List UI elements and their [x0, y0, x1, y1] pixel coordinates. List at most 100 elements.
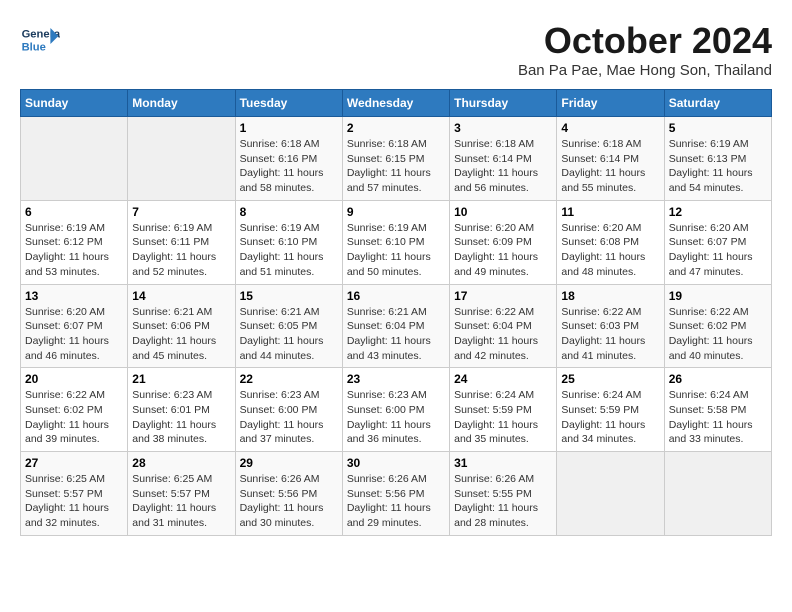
calendar-cell: 3 Sunrise: 6:18 AMSunset: 6:14 PMDaylight…: [450, 117, 557, 201]
day-number: 9: [347, 205, 445, 219]
calendar-cell: 21Sunrise: 6:23 AMSunset: 6:01 PMDayligh…: [128, 368, 235, 452]
calendar-cell: 29 Sunrise: 6:26 AMSunset: 5:56 PMDayligh…: [235, 452, 342, 536]
day-number: 19: [669, 289, 767, 303]
day-detail: Sunrise: 6:22 AMSunset: 6:02 PMDaylight:…: [669, 305, 767, 364]
day-number: 27: [25, 456, 123, 470]
day-number: 7: [132, 205, 230, 219]
day-detail: Sunrise: 6:23 AMSunset: 6:00 PMDaylight:…: [347, 388, 445, 447]
day-detail: Sunrise: 6:21 AMSunset: 6:05 PMDaylight:…: [240, 305, 338, 364]
day-detail: Sunrise: 6:22 AMSunset: 6:04 PMDaylight:…: [454, 305, 552, 364]
day-detail: Sunrise: 6:25 AMSunset: 5:57 PMDaylight:…: [132, 472, 230, 531]
day-detail: Sunrise: 6:25 AMSunset: 5:57 PMDaylight:…: [25, 472, 123, 531]
day-detail: Sunrise: 6:18 AMSunset: 6:15 PMDaylight:…: [347, 137, 445, 196]
day-detail: Sunrise: 6:20 AMSunset: 6:07 PMDaylight:…: [669, 221, 767, 280]
calendar-cell: 12 Sunrise: 6:20 AMSunset: 6:07 PMDayligh…: [664, 200, 771, 284]
day-detail: Sunrise: 6:24 AMSunset: 5:58 PMDaylight:…: [669, 388, 767, 447]
day-detail: Sunrise: 6:19 AMSunset: 6:13 PMDaylight:…: [669, 137, 767, 196]
calendar-cell: 19 Sunrise: 6:22 AMSunset: 6:02 PMDayligh…: [664, 284, 771, 368]
day-detail: Sunrise: 6:19 AMSunset: 6:11 PMDaylight:…: [132, 221, 230, 280]
calendar-cell: 25Sunrise: 6:24 AMSunset: 5:59 PMDayligh…: [557, 368, 664, 452]
day-number: 30: [347, 456, 445, 470]
day-detail: Sunrise: 6:23 AMSunset: 6:01 PMDaylight:…: [132, 388, 230, 447]
day-detail: Sunrise: 6:24 AMSunset: 5:59 PMDaylight:…: [561, 388, 659, 447]
day-number: 14: [132, 289, 230, 303]
day-number: 23: [347, 372, 445, 386]
day-number: 28: [132, 456, 230, 470]
weekday-header: Thursday: [450, 90, 557, 117]
day-detail: Sunrise: 6:24 AMSunset: 5:59 PMDaylight:…: [454, 388, 552, 447]
weekday-header: Friday: [557, 90, 664, 117]
calendar-cell: 1Sunrise: 6:18 AMSunset: 6:16 PMDaylight…: [235, 117, 342, 201]
weekday-header: Wednesday: [342, 90, 449, 117]
title-section: October 2024 Ban Pa Pae, Mae Hong Son, T…: [518, 20, 772, 79]
calendar-cell: 6 Sunrise: 6:19 AMSunset: 6:12 PMDaylight…: [21, 200, 128, 284]
calendar-cell: [664, 452, 771, 536]
day-detail: Sunrise: 6:18 AMSunset: 6:14 PMDaylight:…: [454, 137, 552, 196]
weekday-header: Saturday: [664, 90, 771, 117]
day-detail: Sunrise: 6:20 AMSunset: 6:09 PMDaylight:…: [454, 221, 552, 280]
calendar-cell: [557, 452, 664, 536]
day-number: 22: [240, 372, 338, 386]
calendar-cell: 27 Sunrise: 6:25 AMSunset: 5:57 PMDayligh…: [21, 452, 128, 536]
location-subtitle: Ban Pa Pae, Mae Hong Son, Thailand: [518, 62, 772, 79]
month-title: October 2024: [518, 20, 772, 62]
calendar-cell: 15 Sunrise: 6:21 AMSunset: 6:05 PMDayligh…: [235, 284, 342, 368]
day-number: 26: [669, 372, 767, 386]
calendar-week-row: 27 Sunrise: 6:25 AMSunset: 5:57 PMDayligh…: [21, 452, 772, 536]
weekday-header: Tuesday: [235, 90, 342, 117]
day-detail: Sunrise: 6:21 AMSunset: 6:06 PMDaylight:…: [132, 305, 230, 364]
calendar-week-row: 20 Sunrise: 6:22 AMSunset: 6:02 PMDayligh…: [21, 368, 772, 452]
day-number: 20: [25, 372, 123, 386]
calendar-cell: 22Sunrise: 6:23 AMSunset: 6:00 PMDayligh…: [235, 368, 342, 452]
page-header: General Blue October 2024 Ban Pa Pae, Ma…: [20, 20, 772, 79]
day-detail: Sunrise: 6:21 AMSunset: 6:04 PMDaylight:…: [347, 305, 445, 364]
day-detail: Sunrise: 6:19 AMSunset: 6:10 PMDaylight:…: [240, 221, 338, 280]
calendar-cell: 2 Sunrise: 6:18 AMSunset: 6:15 PMDaylight…: [342, 117, 449, 201]
calendar-cell: 18Sunrise: 6:22 AMSunset: 6:03 PMDayligh…: [557, 284, 664, 368]
day-number: 15: [240, 289, 338, 303]
day-number: 24: [454, 372, 552, 386]
day-number: 6: [25, 205, 123, 219]
logo-icon: General Blue: [20, 20, 60, 60]
day-number: 1: [240, 121, 338, 135]
calendar-week-row: 1Sunrise: 6:18 AMSunset: 6:16 PMDaylight…: [21, 117, 772, 201]
calendar-week-row: 13Sunrise: 6:20 AMSunset: 6:07 PMDayligh…: [21, 284, 772, 368]
calendar-cell: 28 Sunrise: 6:25 AMSunset: 5:57 PMDayligh…: [128, 452, 235, 536]
day-number: 2: [347, 121, 445, 135]
day-detail: Sunrise: 6:18 AMSunset: 6:14 PMDaylight:…: [561, 137, 659, 196]
day-detail: Sunrise: 6:26 AMSunset: 5:56 PMDaylight:…: [347, 472, 445, 531]
calendar-cell: 31Sunrise: 6:26 AMSunset: 5:55 PMDayligh…: [450, 452, 557, 536]
logo: General Blue: [20, 20, 62, 60]
weekday-header: Monday: [128, 90, 235, 117]
calendar-cell: 10Sunrise: 6:20 AMSunset: 6:09 PMDayligh…: [450, 200, 557, 284]
calendar-cell: 23 Sunrise: 6:23 AMSunset: 6:00 PMDayligh…: [342, 368, 449, 452]
day-number: 3: [454, 121, 552, 135]
day-number: 31: [454, 456, 552, 470]
day-detail: Sunrise: 6:22 AMSunset: 6:02 PMDaylight:…: [25, 388, 123, 447]
calendar-cell: 20 Sunrise: 6:22 AMSunset: 6:02 PMDayligh…: [21, 368, 128, 452]
day-number: 16: [347, 289, 445, 303]
calendar-cell: 26 Sunrise: 6:24 AMSunset: 5:58 PMDayligh…: [664, 368, 771, 452]
day-number: 5: [669, 121, 767, 135]
day-detail: Sunrise: 6:19 AMSunset: 6:10 PMDaylight:…: [347, 221, 445, 280]
calendar-cell: 9 Sunrise: 6:19 AMSunset: 6:10 PMDaylight…: [342, 200, 449, 284]
calendar-cell: 17Sunrise: 6:22 AMSunset: 6:04 PMDayligh…: [450, 284, 557, 368]
calendar-cell: 13Sunrise: 6:20 AMSunset: 6:07 PMDayligh…: [21, 284, 128, 368]
day-detail: Sunrise: 6:20 AMSunset: 6:08 PMDaylight:…: [561, 221, 659, 280]
calendar-cell: [21, 117, 128, 201]
day-number: 8: [240, 205, 338, 219]
weekday-header: Sunday: [21, 90, 128, 117]
calendar-table: SundayMondayTuesdayWednesdayThursdayFrid…: [20, 89, 772, 536]
day-number: 11: [561, 205, 659, 219]
calendar-cell: 24 Sunrise: 6:24 AMSunset: 5:59 PMDayligh…: [450, 368, 557, 452]
day-detail: Sunrise: 6:19 AMSunset: 6:12 PMDaylight:…: [25, 221, 123, 280]
calendar-cell: 7 Sunrise: 6:19 AMSunset: 6:11 PMDaylight…: [128, 200, 235, 284]
day-number: 12: [669, 205, 767, 219]
day-detail: Sunrise: 6:26 AMSunset: 5:56 PMDaylight:…: [240, 472, 338, 531]
svg-text:Blue: Blue: [22, 41, 46, 53]
day-number: 29: [240, 456, 338, 470]
calendar-cell: 16 Sunrise: 6:21 AMSunset: 6:04 PMDayligh…: [342, 284, 449, 368]
day-number: 4: [561, 121, 659, 135]
day-detail: Sunrise: 6:22 AMSunset: 6:03 PMDaylight:…: [561, 305, 659, 364]
calendar-cell: 30 Sunrise: 6:26 AMSunset: 5:56 PMDayligh…: [342, 452, 449, 536]
